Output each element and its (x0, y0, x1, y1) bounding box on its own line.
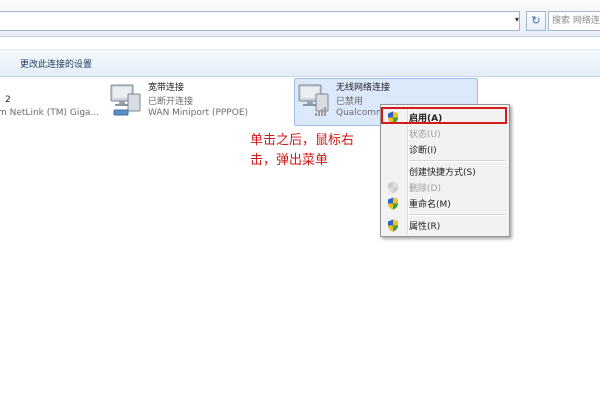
annotation-line-2: 击，弹出菜单 (250, 153, 329, 168)
connection-device: m NetLink (TM) Giga... (0, 108, 100, 118)
menu-separator (409, 160, 505, 162)
instruction-annotation: 单击之后，鼠标右 击，弹出菜单 (250, 131, 380, 171)
refresh-button[interactable]: ↻ (526, 11, 546, 31)
network-adapter-icon (110, 84, 141, 116)
connection-status: 已断开连接 (148, 97, 194, 107)
menu-item-label: 删除(D) (409, 184, 441, 194)
shield-icon (388, 219, 398, 232)
shield-icon (388, 197, 398, 210)
search-input[interactable]: 搜索 网络连接 (548, 11, 600, 31)
search-placeholder: 搜索 网络连接 (552, 16, 600, 26)
address-field[interactable] (0, 11, 520, 31)
menu-item-label: 重命名(M) (409, 200, 451, 210)
address-bar: ▾ ↻ 搜索 网络连接 (0, 0, 600, 37)
address-dropdown-icon[interactable]: ▾ (512, 14, 522, 26)
wireless-adapter-icon (298, 84, 329, 116)
menu-item-label: 创建快捷方式(S) (409, 168, 476, 178)
menu-item-delete[interactable]: 删除(D) (383, 179, 505, 196)
connection-device: Qualcomm (336, 108, 385, 118)
change-settings-button[interactable]: 更改此连接的设置 (20, 57, 92, 70)
menu-separator (409, 214, 505, 216)
menu-item-properties[interactable]: 属性(R) (383, 217, 505, 234)
menu-item-create-shortcut[interactable]: 创建快捷方式(S) (383, 163, 505, 180)
menu-item-label: 属性(R) (409, 222, 441, 232)
menu-item-status[interactable]: 状态(U) (383, 125, 505, 142)
connection-status: 已禁用 (336, 97, 364, 107)
command-toolbar: 更改此连接的设置 (0, 49, 600, 77)
connection-item-broadband[interactable]: 宽带连接 已断开连接 WAN Miniport (PPPOE) (108, 80, 248, 122)
highlight-box (381, 107, 507, 124)
connection-status: 2 (5, 95, 11, 105)
menu-item-label: 诊断(I) (409, 146, 437, 156)
connection-name: 宽带连接 (148, 83, 185, 93)
connection-item-local[interactable]: 2 m NetLink (TM) Giga... (0, 86, 110, 126)
menu-item-diagnose[interactable]: 诊断(I) (383, 141, 505, 158)
annotation-line-1: 单击之后，鼠标右 (250, 133, 355, 148)
menu-item-label: 状态(U) (409, 130, 441, 140)
connection-device: WAN Miniport (PPPOE) (148, 108, 249, 118)
menu-item-rename[interactable]: 重命名(M) (383, 195, 505, 212)
shield-icon (388, 181, 398, 194)
connection-name: 无线网络连接 (336, 83, 391, 93)
